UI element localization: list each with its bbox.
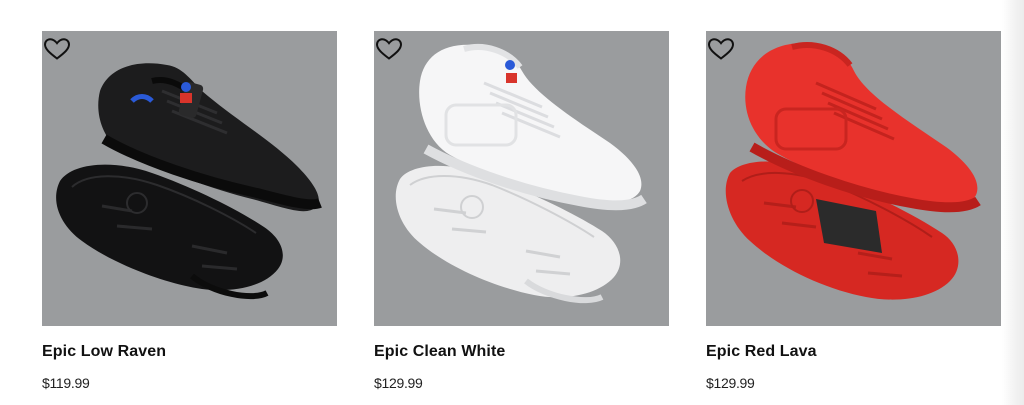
product-price: $129.99 [374, 375, 423, 391]
product-card-epic-clean-white[interactable]: Epic Clean White $129.99 [374, 31, 669, 392]
product-name[interactable]: Epic Clean White [374, 342, 669, 362]
product-card-epic-low-raven[interactable]: Epic Low Raven $119.99 [42, 31, 337, 392]
black-sneaker-pair-image [56, 63, 322, 300]
product-grid: Epic Low Raven $119.99 Epic Clean White … [0, 0, 1024, 405]
product-name[interactable]: Epic Low Raven [42, 342, 337, 362]
product-card-epic-red-lava[interactable]: Epic Red Lava $129.99 [706, 31, 1001, 392]
heart-outline-icon[interactable] [375, 37, 403, 61]
product-image[interactable] [706, 31, 1001, 326]
product-image[interactable] [42, 31, 337, 326]
heart-outline-icon[interactable] [707, 37, 735, 61]
product-price: $129.99 [706, 375, 755, 391]
product-image[interactable] [374, 31, 669, 326]
product-name[interactable]: Epic Red Lava [706, 342, 1001, 362]
heart-outline-icon[interactable] [43, 37, 71, 61]
white-sneaker-pair-image [395, 44, 647, 304]
product-price: $119.99 [42, 375, 90, 391]
red-sneaker-pair-image [725, 42, 981, 300]
page-edge-shadow [1002, 0, 1024, 405]
